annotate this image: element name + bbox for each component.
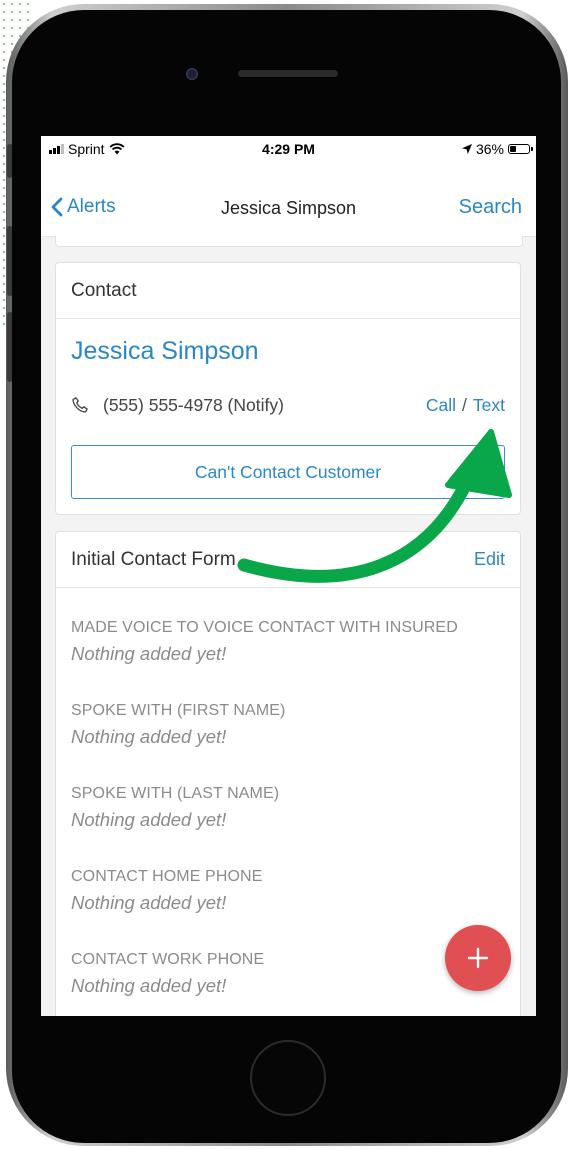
- form-field: SPOKE WITH (FIRST NAME) Nothing added ye…: [71, 702, 285, 748]
- form-card-header: Initial Contact Form Edit: [56, 532, 520, 588]
- phone-icon: [72, 397, 88, 413]
- form-field-label: MADE VOICE TO VOICE CONTACT WITH INSURED: [71, 619, 458, 636]
- form-field: CONTACT HOME PHONE Nothing added yet!: [71, 868, 262, 914]
- form-field-value: Nothing added yet!: [71, 892, 227, 913]
- search-button[interactable]: Search: [459, 196, 522, 219]
- form-field-label: CONTACT WORK PHONE: [71, 951, 265, 968]
- form-field-label: CONTACT HOME PHONE: [71, 868, 263, 885]
- contact-name-link[interactable]: Jessica Simpson: [71, 337, 259, 366]
- plus-icon: [467, 947, 489, 969]
- contact-card-header: Contact: [56, 263, 520, 319]
- form-field-label: SPOKE WITH (FIRST NAME): [71, 702, 286, 719]
- phone-row: (555) 555-4978 (Notify) Call / Text: [71, 395, 505, 417]
- contact-card: Contact Jessica Simpson (555) 555-4978 (…: [55, 262, 521, 515]
- form-field-label: SPOKE WITH (LAST NAME): [71, 785, 280, 802]
- form-field: SPOKE WITH (LAST NAME) Nothing added yet…: [71, 785, 279, 831]
- phone-actions: Call / Text: [426, 395, 505, 416]
- cant-contact-customer-button[interactable]: Can't Contact Customer: [71, 445, 505, 499]
- status-right: 36%: [461, 141, 533, 157]
- location-arrow-icon: [461, 144, 472, 154]
- add-fab-button[interactable]: [445, 925, 511, 991]
- status-bar: Sprint 4:29 PM 36%: [41, 136, 536, 162]
- contact-card-title: Contact: [71, 280, 137, 301]
- home-button[interactable]: [250, 1040, 326, 1116]
- navigation-bar: Alerts Jessica Simpson Search: [41, 162, 536, 237]
- call-link[interactable]: Call: [426, 395, 456, 415]
- previous-card-edge: [55, 236, 523, 247]
- form-field: CONTACT WORK PHONE Nothing added yet!: [71, 951, 264, 997]
- phone-number: (555) 555-4978 (Notify): [103, 395, 284, 415]
- form-field-value: Nothing added yet!: [71, 809, 227, 830]
- form-field-value: Nothing added yet!: [71, 975, 227, 996]
- edit-button[interactable]: Edit: [474, 549, 505, 570]
- earpiece-speaker: [238, 70, 338, 77]
- form-field-value: Nothing added yet!: [71, 643, 227, 664]
- front-camera: [186, 68, 198, 80]
- form-field-value: Nothing added yet!: [71, 726, 227, 747]
- battery-percent: 36%: [475, 141, 504, 157]
- form-card-title: Initial Contact Form: [71, 549, 236, 570]
- form-field: MADE VOICE TO VOICE CONTACT WITH INSURED…: [71, 619, 458, 665]
- text-link[interactable]: Text: [473, 395, 505, 415]
- battery-icon: [508, 144, 533, 154]
- action-separator: /: [462, 395, 467, 415]
- app-screen: Sprint 4:29 PM 36% Alerts Jessica Simpso…: [41, 136, 536, 1016]
